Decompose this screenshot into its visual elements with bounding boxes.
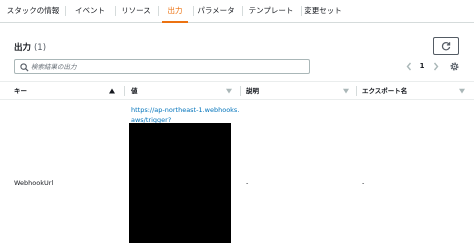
search-box bbox=[14, 59, 310, 74]
column-header-export-name[interactable]: エクスポート名 bbox=[362, 82, 407, 100]
next-page-icon[interactable] bbox=[431, 61, 441, 72]
gear-icon[interactable] bbox=[449, 61, 460, 72]
redacted-block bbox=[129, 123, 231, 243]
tab-parameters[interactable]: パラメータ bbox=[196, 0, 236, 22]
cell-key: WebhookUrl bbox=[14, 179, 54, 187]
table-row: WebhookUrl https://ap-northeast-1.webhoo… bbox=[0, 101, 474, 243]
sort-toggle-icon[interactable] bbox=[458, 87, 466, 95]
tab-separator bbox=[65, 6, 66, 16]
column-separator bbox=[356, 86, 357, 96]
column-header-description[interactable]: 説明 bbox=[246, 82, 259, 100]
output-count: (1) bbox=[33, 43, 47, 53]
page-title: 出力 (1) bbox=[14, 41, 46, 53]
cell-description: - bbox=[246, 179, 249, 187]
tab-separator bbox=[301, 6, 302, 16]
refresh-button[interactable] bbox=[433, 37, 459, 55]
tab-events[interactable]: イベント bbox=[70, 0, 110, 22]
column-header-value[interactable]: 値 bbox=[131, 82, 138, 100]
tab-separator bbox=[242, 6, 243, 16]
page-number-1[interactable]: 1 bbox=[417, 60, 427, 72]
previous-page-icon[interactable] bbox=[404, 61, 414, 72]
search-input[interactable] bbox=[31, 61, 307, 73]
tab-resources[interactable]: リソース bbox=[119, 0, 153, 22]
cell-value-link[interactable]: https://ap-northeast-1.webhooks.aws/trig… bbox=[131, 105, 241, 125]
column-separator bbox=[240, 86, 241, 96]
tab-stack-info[interactable]: スタックの情報 bbox=[6, 0, 60, 22]
tab-separator bbox=[193, 6, 194, 16]
tab-outputs[interactable]: 出力 bbox=[160, 0, 190, 23]
sort-toggle-icon[interactable] bbox=[225, 87, 233, 95]
refresh-icon bbox=[441, 42, 451, 51]
page-title-text: 出力 bbox=[14, 43, 32, 53]
tab-template[interactable]: テンプレート bbox=[247, 0, 295, 22]
sort-ascending-icon[interactable] bbox=[108, 87, 116, 95]
tab-change-sets[interactable]: 変更セット bbox=[304, 0, 342, 22]
tab-bar: スタックの情報 イベント リソース 出力 パラメータ テンプレート 変更セット bbox=[0, 0, 474, 23]
cell-export-name: - bbox=[362, 179, 365, 187]
tab-separator bbox=[115, 6, 116, 16]
search-icon bbox=[20, 63, 29, 72]
tab-separator bbox=[158, 6, 159, 16]
sort-toggle-icon[interactable] bbox=[342, 87, 350, 95]
column-header-key[interactable]: キー bbox=[14, 82, 27, 100]
column-separator bbox=[124, 86, 125, 96]
table-header: キー 値 説明 エクスポート名 bbox=[0, 81, 474, 100]
